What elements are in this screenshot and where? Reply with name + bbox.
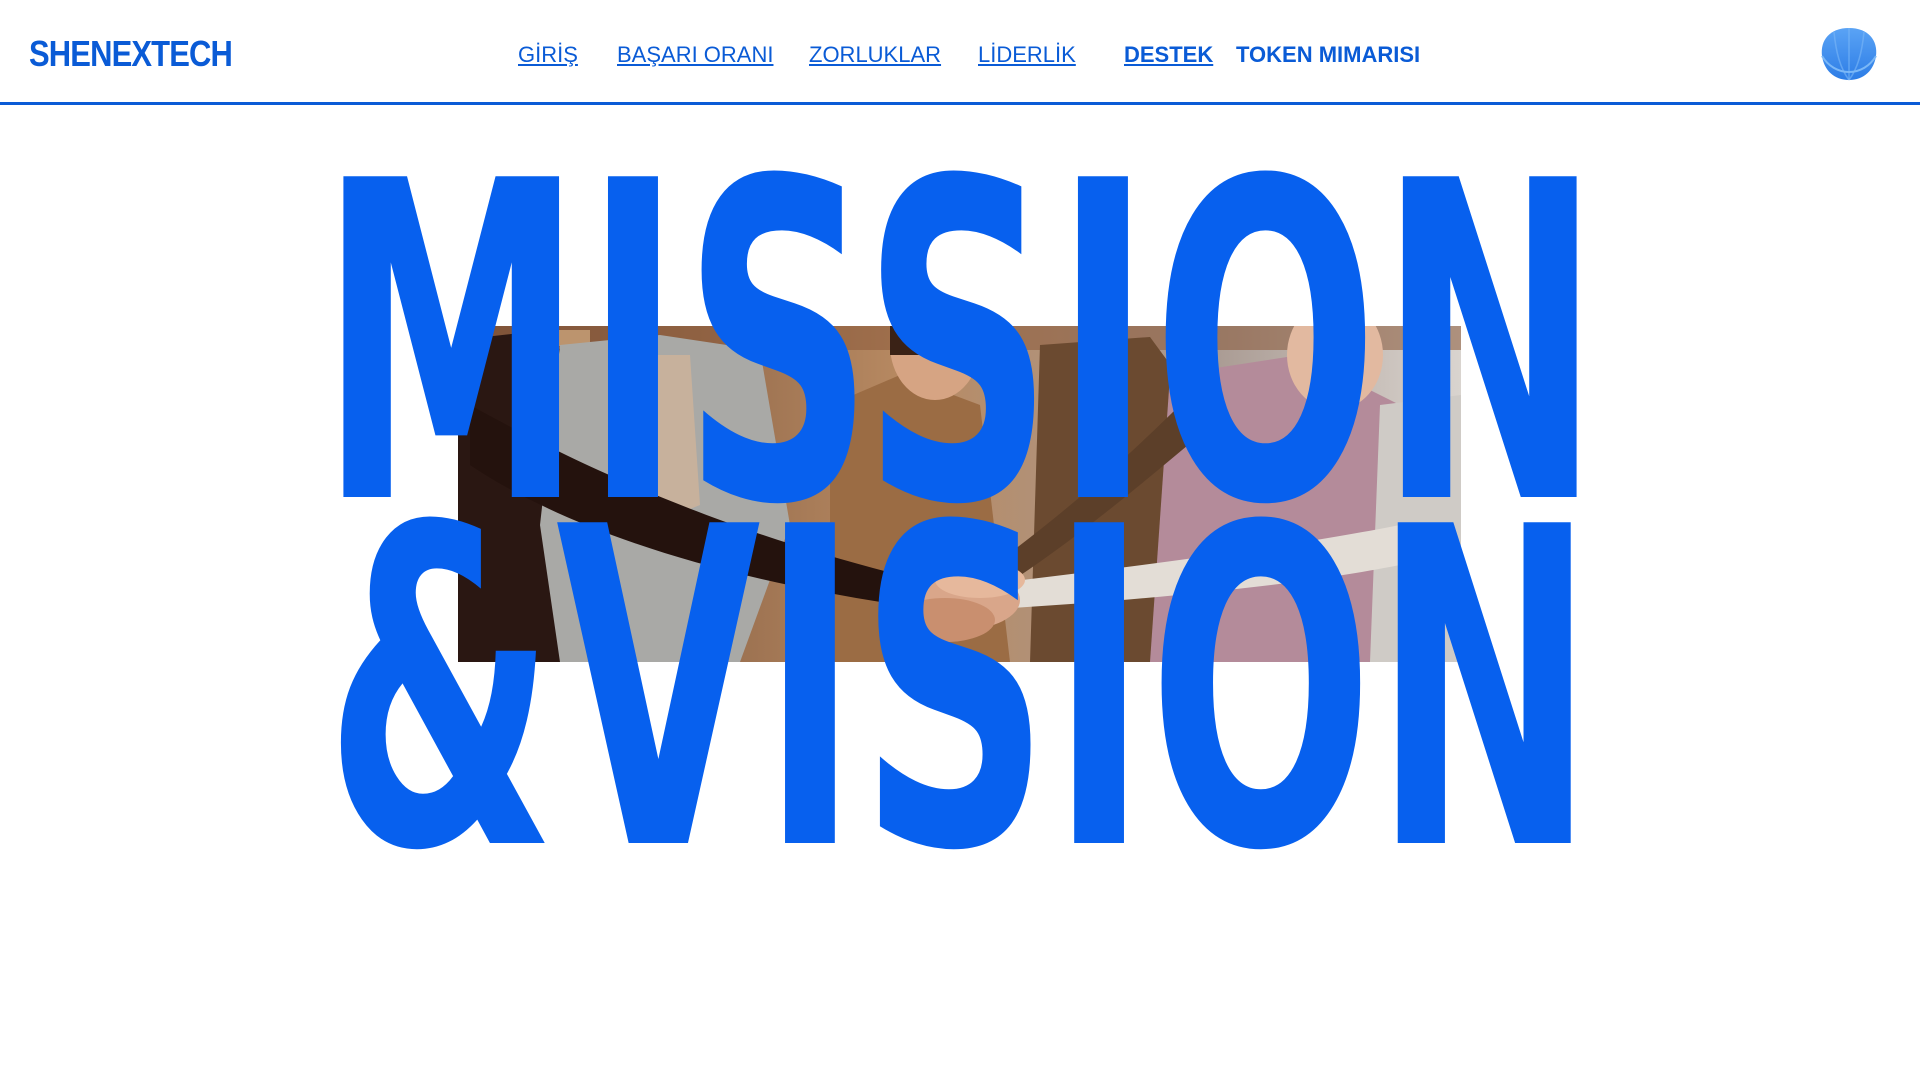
hero-title-vision: &VISION	[325, 435, 1595, 947]
nav-link-liderlik[interactable]: LİDERLİK	[978, 42, 1076, 68]
nav-link-token-mimarisi[interactable]: TOKEN MIMARISI	[1236, 42, 1420, 68]
nav-link-basari-orani[interactable]: BAŞARI ORANI	[617, 42, 773, 68]
nav-link-destek[interactable]: DESTEK	[1124, 42, 1213, 68]
top-navigation-bar: SHENEXTECH GİRİŞ BAŞARI ORANI ZORLUKLAR …	[0, 0, 1920, 105]
shell-icon[interactable]	[1816, 22, 1882, 84]
brand-logo[interactable]: SHENEXTECH	[29, 32, 233, 76]
nav-link-giris[interactable]: GİRİŞ	[518, 42, 578, 68]
nav-link-zorluklar[interactable]: ZORLUKLAR	[809, 42, 941, 68]
hero-section: MISSION &VISION	[319, 105, 1601, 947]
